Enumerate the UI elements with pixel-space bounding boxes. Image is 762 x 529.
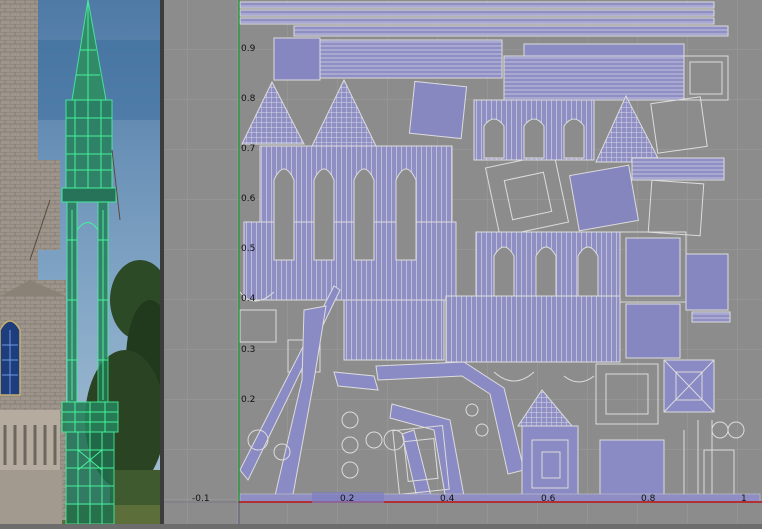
u-tick-0-4: 0.4 [440, 494, 455, 504]
v-tick-0-3: 0.3 [241, 345, 255, 355]
3d-viewport[interactable] [0, 0, 160, 524]
v-tick-0-6: 0.6 [241, 194, 256, 204]
u-tick-0-2: 0.2 [340, 494, 354, 504]
u-tick-neg-0-1: -0.1 [192, 494, 210, 504]
uv-canvas[interactable]: 0.9 0.8 0.7 0.6 0.5 0.4 0.3 0.2 -0.1 0.2… [164, 0, 762, 524]
u-tick-0-6: 0.6 [541, 494, 556, 504]
v-tick-0-7: 0.7 [241, 144, 255, 154]
v-tick-0-5: 0.5 [241, 244, 255, 254]
v-tick-0-8: 0.8 [241, 94, 256, 104]
u-tick-0-8: 0.8 [641, 494, 656, 504]
v-tick-0-9: 0.9 [241, 44, 256, 54]
v-tick-0-4: 0.4 [241, 294, 256, 304]
uv-editor-panel[interactable]: 0.9 0.8 0.7 0.6 0.5 0.4 0.3 0.2 -0.1 0.2… [164, 0, 762, 524]
viewport-scene [0, 0, 160, 524]
u-tick-1: 1 [741, 494, 747, 504]
v-tick-0-2: 0.2 [241, 395, 255, 405]
